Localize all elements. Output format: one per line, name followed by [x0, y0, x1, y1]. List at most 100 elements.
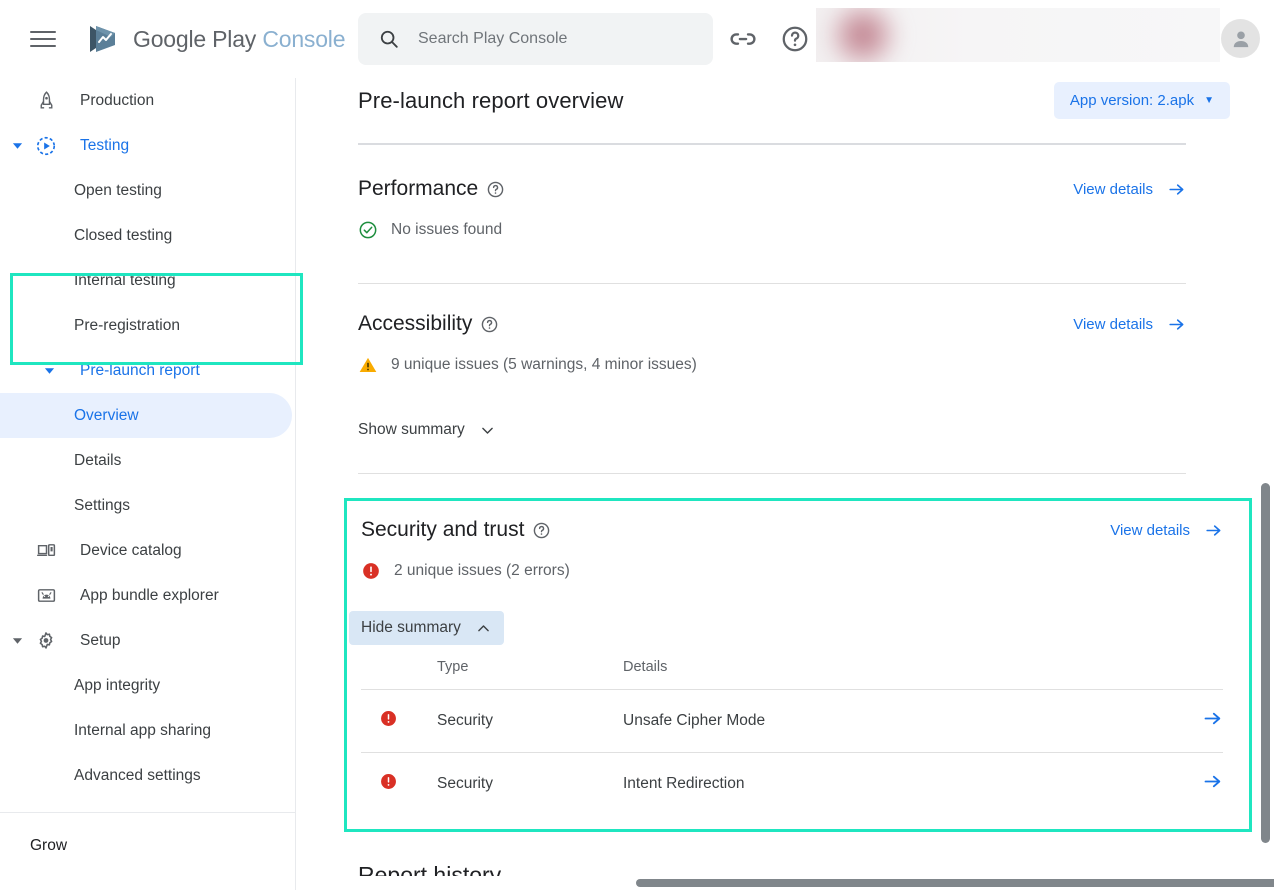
error-circle-icon — [381, 774, 396, 789]
devices-icon — [30, 540, 62, 561]
page-header: Pre-launch report overview App version: … — [296, 78, 1274, 119]
sidebar-item-closed-testing[interactable]: Closed testing — [0, 213, 295, 258]
chevron-down-icon[interactable] — [4, 635, 30, 646]
section-header: Performance View details — [358, 177, 1186, 201]
play-console-page: Google Play Console Search Play Console … — [0, 0, 1274, 890]
sidebar-item-open-testing[interactable]: Open testing — [0, 168, 295, 213]
sidebar-item-label: Open testing — [74, 181, 162, 199]
check-circle-icon — [359, 221, 377, 239]
sidebar-item-label: Production — [80, 91, 155, 109]
sidebar-item-overview[interactable]: Overview — [0, 393, 292, 438]
table-row[interactable]: Security Unsafe Cipher Mode — [361, 689, 1223, 753]
status-security: 2 unique issues (2 errors) — [361, 561, 1223, 581]
view-details-label: View details — [1073, 180, 1153, 198]
chevron-down-icon — [482, 427, 493, 434]
page-title: Pre-launch report overview — [358, 88, 624, 113]
section-title: Security and trust — [361, 518, 525, 541]
status-accessibility: 9 unique issues (5 warnings, 4 minor iss… — [358, 355, 1186, 375]
sidebar-item-details[interactable]: Details — [0, 438, 295, 483]
sidebar-item-production[interactable]: Production — [0, 78, 295, 123]
sidebar-item-device-catalog[interactable]: Device catalog — [0, 528, 295, 573]
avatar[interactable] — [1221, 19, 1260, 58]
link-icon[interactable] — [728, 24, 758, 54]
brand-text: Google Play Console — [133, 25, 346, 53]
arrow-right-icon — [1204, 775, 1221, 788]
brand-secondary: Console — [262, 25, 346, 52]
vertical-scrollbar-thumb[interactable] — [1261, 483, 1270, 843]
top-app-bar: Google Play Console — [0, 0, 1274, 78]
search-icon — [380, 30, 398, 48]
sidebar-item-app-integrity[interactable]: App integrity — [0, 663, 295, 708]
show-summary-toggle-accessibility[interactable]: Show summary — [346, 413, 508, 447]
section-performance: Performance View details No issues found — [296, 145, 1274, 240]
sidebar-item-label: Overview — [74, 406, 139, 424]
sidebar-item-label: App integrity — [74, 676, 161, 694]
chevron-down-icon: ▼ — [1204, 95, 1214, 106]
play-circle-icon — [30, 135, 62, 157]
sidebar-item-advanced-settings[interactable]: Advanced settings — [0, 753, 295, 798]
sidebar-item-app-bundle-explorer[interactable]: App bundle explorer — [0, 573, 295, 618]
arrow-right-icon — [1169, 183, 1184, 195]
help-circle-icon[interactable] — [533, 522, 550, 539]
hide-summary-toggle-security[interactable]: Hide summary — [349, 611, 504, 645]
view-details-label: View details — [1073, 315, 1153, 333]
view-details-performance[interactable]: View details — [1073, 180, 1186, 199]
view-details-security[interactable]: View details — [1110, 521, 1223, 540]
horizontal-scrollbar-track[interactable] — [296, 876, 1274, 890]
row-type: Security — [437, 689, 623, 753]
account-avatar-icon — [1233, 31, 1248, 47]
table-row[interactable]: Security Intent Redirection — [361, 753, 1223, 816]
sidebar-item-pre-launch-report[interactable]: Pre-launch report — [0, 348, 295, 393]
sidebar-item-label: Pre-launch report — [80, 361, 200, 379]
security-issues-table: Type Details Security Unsafe Cipher Mode… — [361, 659, 1223, 815]
sidebar-item-internal-app-sharing[interactable]: Internal app sharing — [0, 708, 295, 753]
row-status-icon-cell — [361, 753, 437, 816]
view-details-accessibility[interactable]: View details — [1073, 315, 1186, 334]
status-text: No issues found — [391, 221, 503, 238]
sidebar-item-setup[interactable]: Setup — [0, 618, 295, 663]
search-box[interactable] — [358, 13, 713, 65]
sidebar-item-label: App bundle explorer — [80, 586, 219, 604]
horizontal-scrollbar-thumb[interactable] — [636, 879, 1274, 887]
row-status-icon-cell — [361, 689, 437, 753]
search-input[interactable] — [418, 30, 678, 48]
main-content: Pre-launch report overview App version: … — [296, 78, 1274, 890]
brand-primary: Google Play — [133, 25, 257, 52]
summary-toggle-label: Hide summary — [361, 619, 461, 636]
row-open-link[interactable] — [1163, 689, 1223, 753]
section-security-and-trust: Security and trust View details 2 unique… — [344, 498, 1252, 832]
sidebar-section-grow[interactable]: Grow — [0, 813, 295, 855]
col-header-details: Details — [623, 659, 1163, 690]
error-circle-icon — [363, 563, 379, 579]
sidebar-item-label: Internal testing — [74, 271, 176, 289]
sidebar-item-label: Setup — [80, 631, 121, 649]
sidebar-item-settings[interactable]: Settings — [0, 483, 295, 528]
sidebar-item-label: Details — [74, 451, 122, 469]
view-details-label: View details — [1110, 521, 1190, 539]
help-circle-icon[interactable] — [487, 181, 504, 198]
google-play-console-icon — [90, 26, 115, 52]
brand-logo[interactable]: Google Play Console — [87, 24, 346, 54]
status-performance: No issues found — [358, 220, 1186, 240]
gear-icon — [30, 630, 62, 652]
rocket-icon — [30, 90, 62, 111]
sidebar-item-pre-registration[interactable]: Pre-registration — [0, 303, 295, 348]
help-circle-icon[interactable] — [481, 316, 498, 333]
section-header: Accessibility View details — [358, 312, 1186, 336]
sidebar-item-internal-testing[interactable]: Internal testing — [0, 258, 295, 303]
chevron-up-icon — [478, 624, 489, 631]
sidebar-item-label: Device catalog — [80, 541, 182, 559]
vertical-scrollbar-track[interactable] — [1258, 78, 1274, 890]
chevron-down-icon[interactable] — [4, 140, 30, 151]
row-type: Security — [437, 775, 493, 792]
hamburger-icon[interactable] — [19, 15, 67, 63]
table-header-row: Type Details — [361, 659, 1223, 690]
row-open-link[interactable] — [1163, 753, 1223, 816]
app-version-dropdown[interactable]: App version: 2.apk ▼ — [1053, 82, 1230, 119]
help-circle-icon[interactable] — [780, 24, 810, 54]
row-details: Intent Redirection — [623, 775, 745, 792]
chevron-down-icon[interactable] — [36, 365, 62, 376]
status-text: 2 unique issues (2 errors) — [394, 562, 570, 579]
sidebar-item-label: Closed testing — [74, 226, 173, 244]
sidebar-item-testing[interactable]: Testing — [0, 123, 295, 168]
